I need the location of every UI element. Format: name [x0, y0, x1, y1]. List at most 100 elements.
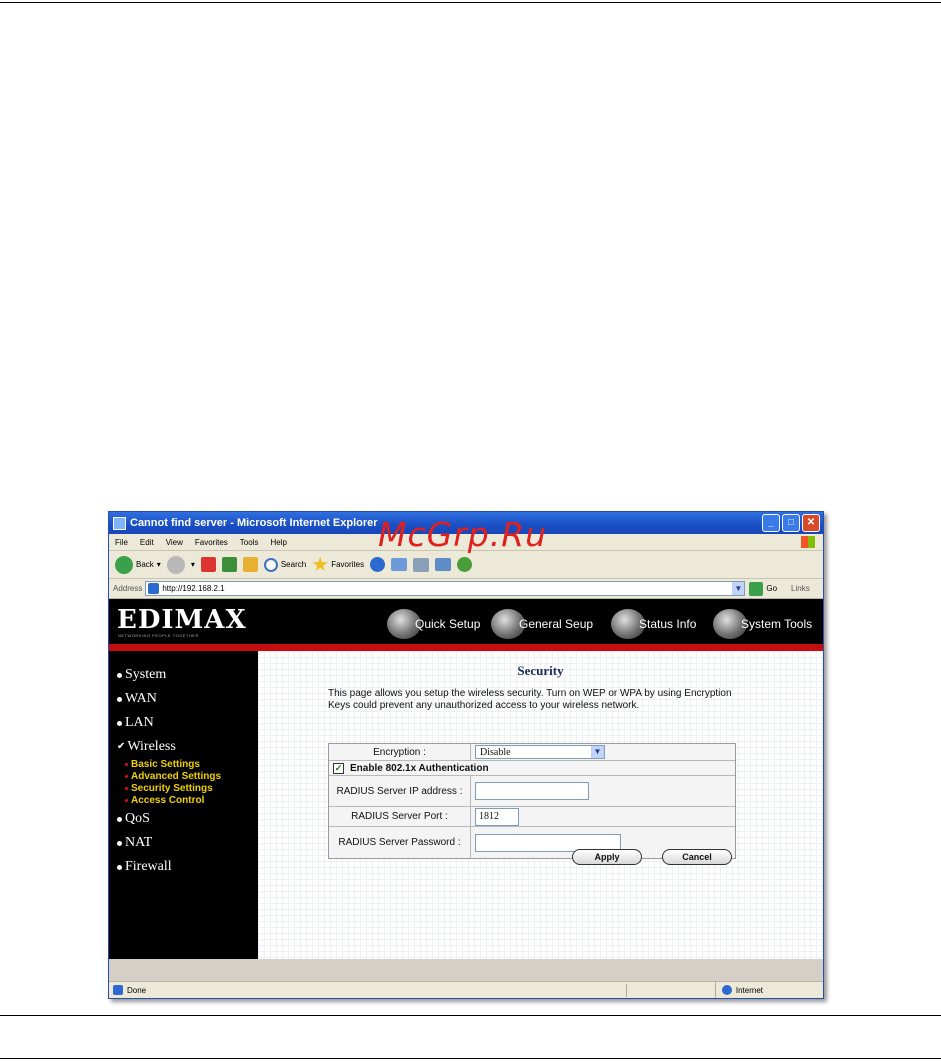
- close-icon[interactable]: ✕: [802, 514, 820, 532]
- search-button[interactable]: Search: [263, 557, 306, 572]
- sidebar-subitem-label: Basic Settings: [131, 759, 200, 770]
- menu-tools[interactable]: Tools: [240, 538, 259, 547]
- watermark: McGrp.Ru: [378, 515, 548, 554]
- page-description: This page allows you setup the wireless …: [328, 688, 732, 711]
- logo-tagline: NETWORKING PEOPLE TOGETHER: [118, 633, 199, 638]
- back-button[interactable]: Back ▾: [115, 555, 161, 574]
- sidebar-item-wan[interactable]: WAN: [117, 687, 258, 711]
- sidebar-item-label: Wireless: [127, 739, 176, 754]
- edimax-logo: EDIMAX: [117, 605, 247, 635]
- status-text: Done: [127, 985, 147, 995]
- sidebar-subitem-access-control[interactable]: Access Control: [117, 795, 258, 807]
- red-bullet-icon: [125, 774, 128, 778]
- forward-dropdown-icon[interactable]: ▾: [191, 560, 195, 569]
- sidebar-subitem-security-settings[interactable]: Security Settings: [117, 783, 258, 795]
- encryption-cell: Disable ▼: [471, 744, 735, 760]
- page-icon: [148, 583, 160, 594]
- bullet-icon: [117, 864, 122, 870]
- encryption-select[interactable]: Disable ▼: [475, 745, 605, 759]
- address-dropdown-icon[interactable]: ▼: [732, 582, 745, 595]
- favorites-button[interactable]: Favorites: [312, 556, 364, 573]
- top-rule: [0, 2, 941, 3]
- zone-text: Internet: [735, 985, 763, 995]
- mail-icon[interactable]: [391, 558, 408, 571]
- messenger-icon[interactable]: [457, 557, 473, 572]
- sidebar-item-nat[interactable]: NAT: [117, 831, 258, 855]
- ie-window-icon: [113, 516, 126, 530]
- sidebar-subitem-label: Advanced Settings: [131, 771, 222, 782]
- edit-icon[interactable]: [435, 558, 452, 571]
- bullet-icon: [117, 672, 122, 678]
- encryption-value: Disable: [480, 746, 511, 758]
- sidebar-subitem-label: Security Settings: [131, 783, 213, 794]
- page: McGrp.Ru Cannot find server - Microsoft …: [0, 0, 941, 1061]
- home-icon[interactable]: [242, 557, 258, 572]
- links-button[interactable]: Links: [791, 584, 810, 593]
- bottom-rule-upper: [0, 1015, 941, 1016]
- nav-general-setup[interactable]: General Seup: [491, 609, 593, 639]
- radius-ip-row: RADIUS Server IP address :: [329, 776, 735, 807]
- nav-status-info[interactable]: Status Info: [611, 609, 696, 639]
- sidebar-item-lan[interactable]: LAN: [117, 711, 258, 735]
- nav-system-tools[interactable]: System Tools: [713, 609, 812, 639]
- go-arrow-icon[interactable]: [749, 581, 764, 596]
- bottom-rule-lower: [0, 1058, 941, 1059]
- radius-port-input[interactable]: 1812: [475, 807, 519, 826]
- nav-label: Quick Setup: [415, 617, 481, 631]
- nav-label: Status Info: [639, 617, 697, 631]
- nav-quick-setup[interactable]: Quick Setup: [387, 609, 480, 639]
- back-dropdown-icon[interactable]: ▾: [157, 560, 161, 569]
- sidebar-item-label: WAN: [125, 691, 157, 706]
- red-bullet-icon: [125, 786, 128, 790]
- menu-view[interactable]: View: [166, 538, 183, 547]
- print-icon[interactable]: [413, 557, 430, 572]
- menu-file[interactable]: File: [115, 538, 128, 547]
- address-bar: Address http://192.168.2.1 ▼ Go Links: [109, 579, 823, 599]
- go-button[interactable]: Go: [766, 584, 777, 593]
- sidebar-item-qos[interactable]: QoS: [117, 807, 258, 831]
- star-icon: [312, 556, 328, 572]
- sidebar-item-label: LAN: [125, 715, 154, 730]
- radius-password-label: RADIUS Server Password :: [329, 827, 471, 858]
- media-icon[interactable]: [370, 557, 386, 572]
- refresh-icon[interactable]: [221, 557, 237, 572]
- radius-ip-input[interactable]: [475, 782, 589, 800]
- security-zone: Internet: [714, 982, 823, 998]
- bullet-icon: [117, 816, 122, 822]
- address-input[interactable]: http://192.168.2.1 ▼: [145, 581, 746, 596]
- chevron-down-icon: ▼: [591, 746, 604, 758]
- menu-help[interactable]: Help: [270, 538, 286, 547]
- sidebar-subitem-advanced-settings[interactable]: Advanced Settings: [117, 771, 258, 783]
- bullet-icon: [117, 720, 122, 726]
- sidebar-item-label: NAT: [125, 835, 153, 850]
- sidebar-item-label: Firewall: [125, 859, 172, 874]
- red-bullet-icon: [125, 762, 128, 766]
- red-bullet-icon: [125, 798, 128, 802]
- enable-8021x-checkbox[interactable]: ✓: [333, 762, 344, 774]
- bullet-icon: [117, 840, 122, 846]
- sidebar-subitem-basic-settings[interactable]: Basic Settings: [117, 759, 258, 771]
- sidebar-item-label: QoS: [125, 811, 150, 826]
- stop-icon[interactable]: [200, 557, 216, 572]
- main-panel: Security This page allows you setup the …: [258, 651, 823, 959]
- sidebar-item-system[interactable]: System: [117, 663, 258, 687]
- menu-edit[interactable]: Edit: [140, 538, 154, 547]
- address-label: Address: [113, 584, 143, 593]
- apply-button[interactable]: Apply: [572, 849, 642, 865]
- cancel-button[interactable]: Cancel: [662, 849, 732, 865]
- back-label: Back: [136, 560, 154, 569]
- sidebar-item-firewall[interactable]: Firewall: [117, 855, 258, 879]
- sidebar-item-wireless[interactable]: ✔ Wireless: [117, 735, 258, 759]
- nav-label: General Seup: [519, 617, 594, 631]
- encryption-row: Encryption : Disable ▼: [329, 744, 735, 761]
- radius-port-label: RADIUS Server Port :: [329, 807, 471, 826]
- radius-ip-label: RADIUS Server IP address :: [329, 776, 471, 806]
- encryption-label: Encryption :: [329, 744, 471, 760]
- bullet-icon: [117, 696, 122, 702]
- minimize-icon[interactable]: _: [762, 514, 780, 532]
- maximize-icon[interactable]: □: [782, 514, 800, 532]
- menu-favorites[interactable]: Favorites: [195, 538, 228, 547]
- forward-arrow-icon[interactable]: [166, 555, 185, 574]
- radius-port-cell: 1812: [471, 807, 735, 826]
- router-banner: EDIMAX NETWORKING PEOPLE TOGETHER Quick …: [109, 599, 823, 644]
